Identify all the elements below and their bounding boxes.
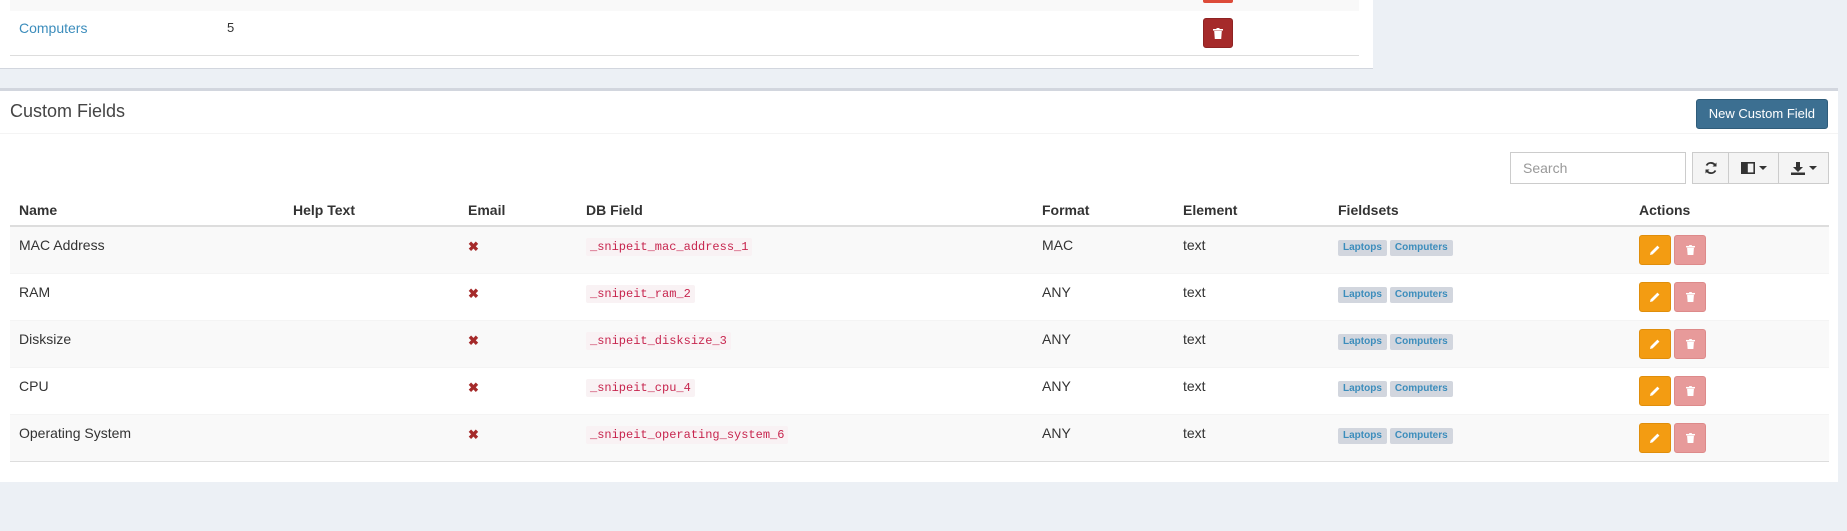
fieldset-badge[interactable]: Computers	[1389, 333, 1453, 350]
delete-button[interactable]	[1674, 328, 1706, 359]
refresh-button[interactable]	[1692, 152, 1729, 184]
pencil-icon	[1650, 433, 1660, 443]
fieldset-field-count: 5	[227, 20, 235, 35]
field-element: text	[1174, 225, 1329, 273]
times-icon: ✖	[468, 332, 479, 348]
chevron-down-icon	[1758, 166, 1767, 170]
times-icon: ✖	[468, 426, 479, 442]
table-header-row: Name Help Text Email DB Field Format Ele…	[10, 194, 1829, 227]
field-help-text	[284, 319, 459, 367]
delete-fieldset-button[interactable]	[1203, 18, 1233, 48]
field-help-text	[284, 272, 459, 320]
fieldset-badge[interactable]: Computers	[1389, 427, 1453, 444]
db-field-code: _snipeit_cpu_4	[586, 378, 695, 397]
pencil-icon	[1650, 245, 1660, 255]
field-help-text	[284, 413, 459, 462]
refresh-icon	[1705, 162, 1716, 174]
trash-icon	[1685, 385, 1695, 396]
search-input[interactable]	[1510, 152, 1686, 184]
edit-button[interactable]	[1639, 235, 1671, 265]
times-icon: ✖	[468, 239, 479, 254]
delete-button[interactable]	[1674, 281, 1706, 312]
trash-icon	[1685, 291, 1695, 302]
fieldset-badge[interactable]: Computers	[1389, 380, 1453, 397]
pencil-icon	[1650, 339, 1660, 349]
db-field-code: _snipeit_mac_address_1	[586, 238, 753, 256]
field-name: Disksize	[10, 319, 284, 367]
box-title: Custom Fields	[10, 101, 126, 121]
delete-button-partial[interactable]	[1203, 0, 1233, 3]
fieldset-badge[interactable]: Laptops	[1338, 286, 1387, 303]
fieldset-badge[interactable]: Computers	[1389, 286, 1453, 303]
chevron-down-icon	[1808, 166, 1817, 170]
trash-icon	[1685, 432, 1695, 443]
pencil-icon	[1650, 386, 1660, 396]
column-header-format[interactable]: Format	[1033, 194, 1174, 227]
field-format: ANY	[1033, 272, 1174, 320]
edit-button[interactable]	[1639, 375, 1671, 406]
column-header-db-field[interactable]: DB Field	[577, 194, 1033, 227]
columns-icon	[1740, 162, 1755, 174]
field-element: text	[1174, 366, 1329, 414]
field-help-text	[284, 225, 459, 273]
field-name: Operating System	[10, 413, 284, 462]
field-format: ANY	[1033, 366, 1174, 414]
delete-button[interactable]	[1674, 422, 1706, 453]
field-format: ANY	[1033, 319, 1174, 367]
fieldset-badge[interactable]: Computers	[1389, 240, 1453, 256]
fieldsets-box: Computers 5	[0, 0, 1373, 69]
field-help-text	[284, 366, 459, 414]
row-divider	[10, 55, 1359, 56]
field-format: ANY	[1033, 413, 1174, 462]
trash-icon	[1685, 245, 1695, 255]
table-row: Disksize ✖ _snipeit_disksize_3 ANY text …	[10, 319, 1829, 367]
trash-icon	[1685, 338, 1695, 349]
delete-button[interactable]	[1674, 375, 1706, 406]
table-row: Operating System ✖ _snipeit_operating_sy…	[10, 413, 1829, 462]
export-button[interactable]	[1778, 152, 1829, 184]
field-format: MAC	[1033, 225, 1174, 273]
column-header-actions: Actions	[1630, 194, 1829, 227]
table-row: CPU ✖ _snipeit_cpu_4 ANY text Laptops Com…	[10, 366, 1829, 414]
column-header-fieldsets[interactable]: Fieldsets	[1329, 194, 1630, 227]
column-header-name[interactable]: Name	[10, 194, 284, 227]
db-field-code: _snipeit_ram_2	[586, 284, 695, 303]
table-row: RAM ✖ _snipeit_ram_2 ANY text Laptops Com…	[10, 272, 1829, 320]
download-icon	[1790, 161, 1805, 175]
custom-fields-box: Custom Fields New Custom Field Search Na…	[0, 88, 1838, 482]
edit-button[interactable]	[1639, 328, 1671, 359]
pencil-icon	[1650, 292, 1660, 302]
table-row-partial	[10, 0, 1359, 11]
fieldset-name-link[interactable]: Computers	[19, 20, 87, 36]
column-header-help-text[interactable]: Help Text	[284, 194, 459, 227]
field-element: text	[1174, 319, 1329, 367]
edit-button[interactable]	[1639, 281, 1671, 312]
column-header-element[interactable]: Element	[1174, 194, 1329, 227]
edit-button[interactable]	[1639, 422, 1671, 453]
fieldset-badge[interactable]: Laptops	[1338, 427, 1387, 444]
trash-icon	[1213, 27, 1223, 39]
db-field-code: _snipeit_operating_system_6	[586, 425, 789, 444]
field-element: text	[1174, 413, 1329, 462]
table-row: MAC Address ✖ _snipeit_mac_address_1 MAC…	[10, 225, 1829, 273]
column-header-email[interactable]: Email	[459, 194, 577, 227]
fieldset-badge[interactable]: Laptops	[1338, 333, 1387, 350]
field-name: MAC Address	[10, 225, 284, 273]
new-custom-field-button[interactable]: New Custom Field	[1695, 99, 1828, 129]
times-icon: ✖	[468, 379, 479, 395]
times-icon: ✖	[468, 285, 479, 301]
db-field-code: _snipeit_disksize_3	[586, 331, 731, 350]
field-name: CPU	[10, 366, 284, 414]
field-element: text	[1174, 272, 1329, 320]
field-name: RAM	[10, 272, 284, 320]
fieldset-badge[interactable]: Laptops	[1338, 380, 1387, 397]
delete-button[interactable]	[1674, 235, 1706, 265]
fieldset-badge[interactable]: Laptops	[1338, 240, 1387, 256]
custom-fields-table: Name Help Text Email DB Field Format Ele…	[10, 194, 1829, 462]
box-header: Custom Fields New Custom Field	[0, 91, 1838, 134]
columns-toggle-button[interactable]	[1728, 152, 1779, 184]
